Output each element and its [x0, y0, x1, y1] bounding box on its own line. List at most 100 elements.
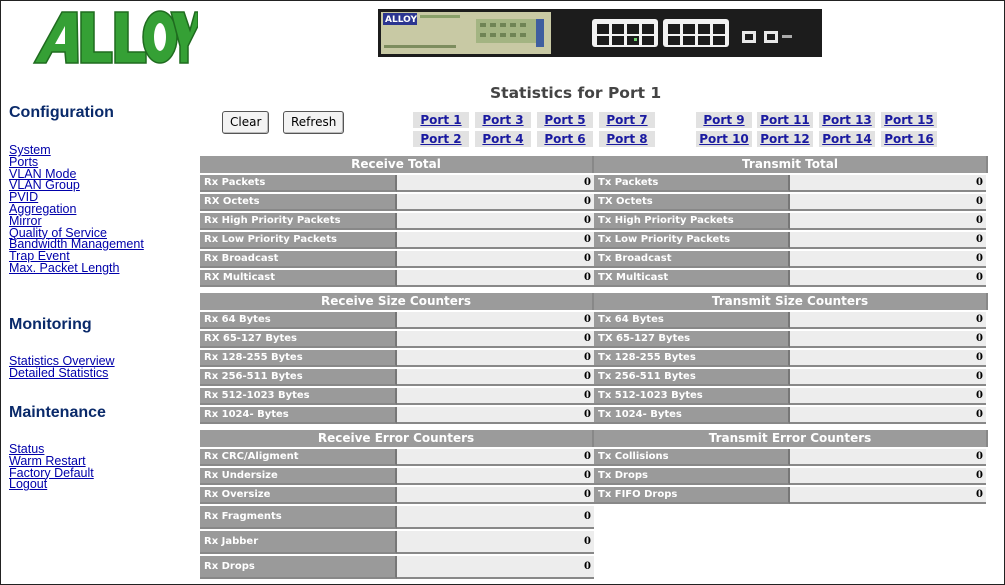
port-link-9[interactable]: Port 9: [696, 112, 752, 128]
switch-banner: ALLOY: [378, 9, 822, 57]
transmit-stat-value: 0: [790, 331, 986, 348]
receive-stat-value: 0: [397, 350, 594, 367]
transmit-stat-value: 0: [790, 449, 986, 466]
port-link-10[interactable]: Port 10: [696, 131, 752, 147]
transmit-stat-value: 0: [790, 194, 986, 211]
transmit-stat-label: Tx Drops: [594, 468, 790, 485]
port-link-5[interactable]: Port 5: [537, 112, 593, 128]
transmit-stat-value: 0: [790, 487, 986, 504]
alloy-logo: [32, 10, 198, 64]
receive-stat-value: 0: [397, 506, 594, 529]
transmit-stat-label: Tx Broadcast: [594, 251, 790, 268]
receive-stat-label: Rx 1024- Bytes: [200, 407, 397, 424]
maintenance-heading: Maintenance: [9, 404, 106, 421]
receive-stat-value: 0: [397, 369, 594, 386]
receive-stat-value: 0: [397, 388, 594, 405]
port-link-6[interactable]: Port 6: [537, 131, 593, 147]
port-link-8[interactable]: Port 8: [599, 131, 655, 147]
transmit-stat-label: Tx Collisions: [594, 449, 790, 466]
receive-section-header: Receive Error Counters: [200, 430, 594, 447]
clear-button[interactable]: Clear: [222, 111, 270, 134]
transmit-section-header: Transmit Error Counters: [594, 430, 988, 447]
transmit-section-header: Transmit Size Counters: [594, 293, 988, 310]
receive-stat-label: Rx Oversize: [200, 487, 397, 504]
receive-stat-label: RX Octets: [200, 194, 397, 211]
receive-section-header: Receive Total: [200, 156, 594, 173]
transmit-stat-value: 0: [790, 468, 986, 485]
transmit-stat-value: 0: [790, 270, 986, 287]
port-link-12[interactable]: Port 12: [757, 131, 813, 147]
receive-stat-value: 0: [397, 194, 594, 211]
transmit-stat-value: 0: [790, 369, 986, 386]
receive-stat-label: Rx High Priority Packets: [200, 213, 397, 230]
port-link-3[interactable]: Port 3: [475, 112, 531, 128]
receive-stat-value: 0: [397, 270, 594, 287]
port-link-1[interactable]: Port 1: [413, 112, 469, 128]
receive-stat-value: 0: [397, 312, 594, 329]
receive-stat-value: 0: [397, 213, 594, 230]
port-link-11[interactable]: Port 11: [757, 112, 813, 128]
transmit-section-header: Transmit Total: [594, 156, 988, 173]
receive-stat-value: 0: [397, 251, 594, 268]
receive-stat-label: Rx Broadcast: [200, 251, 397, 268]
port-link-2[interactable]: Port 2: [413, 131, 469, 147]
receive-stat-label: Rx 512-1023 Bytes: [200, 388, 397, 405]
transmit-stat-value: 0: [790, 407, 986, 424]
refresh-button[interactable]: Refresh: [283, 111, 345, 134]
configuration-heading: Configuration: [9, 104, 114, 121]
receive-stat-label: Rx 64 Bytes: [200, 312, 397, 329]
receive-stat-value: 0: [397, 531, 594, 554]
transmit-stat-value: 0: [790, 388, 986, 405]
port-link-4[interactable]: Port 4: [475, 131, 531, 147]
receive-stat-label: Rx Undersize: [200, 468, 397, 485]
transmit-stat-label: TX Octets: [594, 194, 790, 211]
receive-stat-label: Rx Fragments: [200, 506, 397, 529]
receive-stat-label: RX 65-127 Bytes: [200, 331, 397, 348]
port-link-16[interactable]: Port 16: [881, 131, 937, 147]
receive-section-header: Receive Size Counters: [200, 293, 594, 310]
page-title: Statistics for Port 1: [490, 84, 662, 102]
receive-stat-label: Rx Low Priority Packets: [200, 232, 397, 249]
port-link-15[interactable]: Port 15: [881, 112, 937, 128]
transmit-stat-label: Tx Packets: [594, 175, 790, 192]
sidebar-link-detailed-statistics[interactable]: Detailed Statistics: [9, 367, 115, 380]
transmit-stat-label: Tx 64 Bytes: [594, 312, 790, 329]
receive-stat-value: 0: [397, 556, 594, 579]
receive-stat-value: 0: [397, 407, 594, 424]
port-link-14[interactable]: Port 14: [819, 131, 875, 147]
receive-stat-value: 0: [397, 331, 594, 348]
transmit-stat-label: TX Multicast: [594, 270, 790, 287]
monitoring-links: Statistics Overview Detailed Statistics: [9, 355, 115, 380]
sidebar-link-max-packet-length[interactable]: Max. Packet Length: [9, 262, 144, 275]
receive-stat-value: 0: [397, 232, 594, 249]
receive-stat-value: 0: [397, 175, 594, 192]
transmit-stat-value: 0: [790, 175, 986, 192]
transmit-stat-value: 0: [790, 312, 986, 329]
receive-stat-label: Rx CRC/Aligment: [200, 449, 397, 466]
transmit-stat-label: Tx Low Priority Packets: [594, 232, 790, 249]
transmit-stat-label: Tx 1024- Bytes: [594, 407, 790, 424]
port-link-13[interactable]: Port 13: [819, 112, 875, 128]
receive-stat-label: Rx 256-511 Bytes: [200, 369, 397, 386]
transmit-stat-value: 0: [790, 232, 986, 249]
monitoring-heading: Monitoring: [9, 316, 92, 333]
maintenance-links: Status Warm Restart Factory Default Logout: [9, 443, 94, 491]
receive-stat-value: 0: [397, 487, 594, 504]
transmit-stat-label: Tx 128-255 Bytes: [594, 350, 790, 367]
receive-stat-label: Rx Jabber: [200, 531, 397, 554]
transmit-stat-label: Tx FIFO Drops: [594, 487, 790, 504]
sidebar-link-logout[interactable]: Logout: [9, 478, 94, 491]
receive-stat-value: 0: [397, 468, 594, 485]
receive-stat-label: Rx 128-255 Bytes: [200, 350, 397, 367]
transmit-stat-value: 0: [790, 213, 986, 230]
transmit-stat-label: Tx 512-1023 Bytes: [594, 388, 790, 405]
receive-stat-value: 0: [397, 449, 594, 466]
port-link-7[interactable]: Port 7: [599, 112, 655, 128]
transmit-stat-label: Tx High Priority Packets: [594, 213, 790, 230]
transmit-stat-value: 0: [790, 251, 986, 268]
svg-text:ALLOY: ALLOY: [385, 15, 417, 25]
configuration-links: System Ports VLAN Mode VLAN Group PVID Aggreg…: [9, 144, 144, 275]
transmit-stat-value: 0: [790, 350, 986, 367]
transmit-stat-label: Tx 256-511 Bytes: [594, 369, 790, 386]
receive-stat-label: Rx Drops: [200, 556, 397, 579]
